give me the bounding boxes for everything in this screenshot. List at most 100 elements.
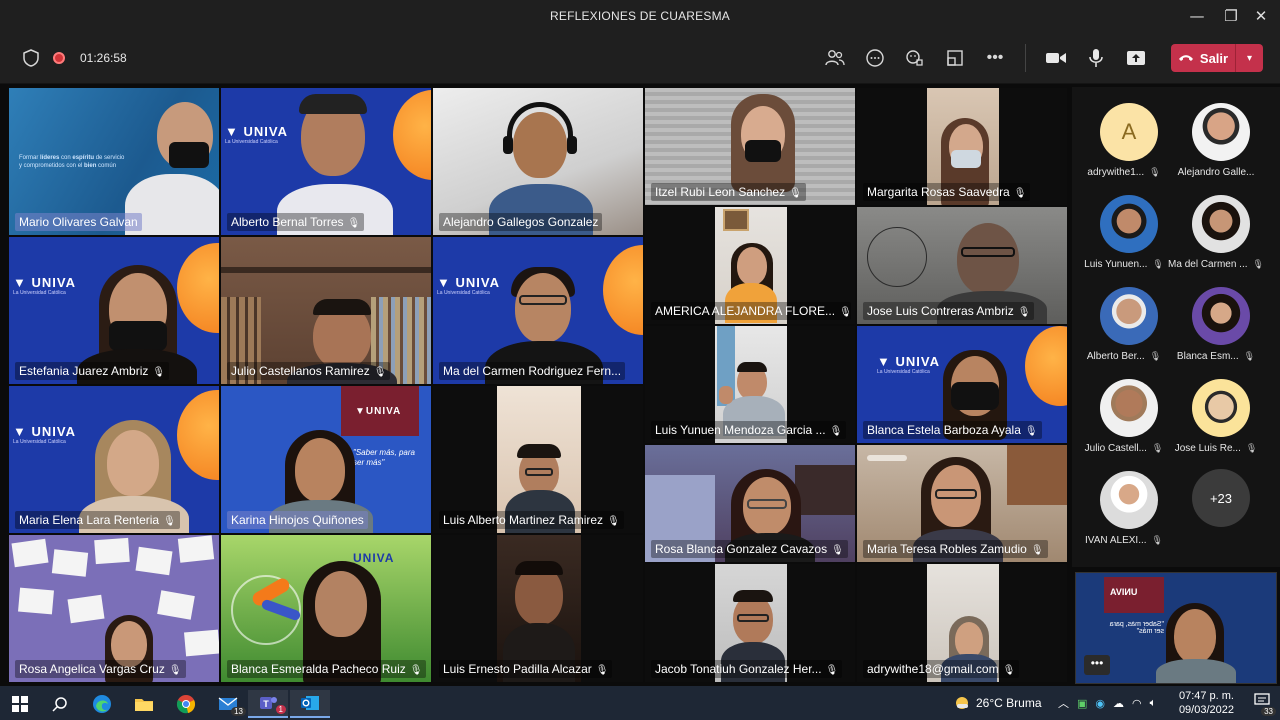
participant-name: adrywithe18@gmail.com bbox=[867, 662, 999, 676]
volume-icon[interactable]: 🔈︎ bbox=[1150, 697, 1157, 710]
recording-indicator-icon bbox=[53, 52, 65, 64]
microphone-muted-icon: 🎙︎ bbox=[168, 665, 182, 676]
video-tile[interactable]: Alejandro Gallegos Gonzalez bbox=[432, 87, 644, 236]
participant-avatar-item[interactable]: Luis Yunuen... 🎙︎ bbox=[1072, 179, 1176, 271]
participant-avatar-item[interactable]: IVAN ALEXI... 🎙︎ bbox=[1072, 455, 1176, 547]
avatar bbox=[1100, 471, 1158, 529]
participant-name: Alejandro Gallegos Gonzalez bbox=[443, 215, 599, 229]
chat-icon[interactable] bbox=[863, 46, 887, 70]
outlook-icon[interactable] bbox=[290, 690, 330, 718]
participant-name: Maria Teresa Robles Zamudio bbox=[867, 542, 1027, 556]
microphone-muted-icon: 🎙︎ bbox=[347, 218, 361, 229]
video-tile[interactable]: Luis Yunuen Mendoza Garcia ... 🎙︎ bbox=[644, 325, 856, 444]
video-tile[interactable]: Rosa Angelica Vargas Cruz 🎙︎ bbox=[8, 534, 220, 683]
participant-name: Ma del Carmen Rodriguez Fern... bbox=[443, 364, 622, 378]
cloud-icon[interactable]: ☁ bbox=[1113, 697, 1124, 710]
participant-name: Itzel Rubi Leon Sanchez bbox=[655, 185, 786, 199]
more-options-icon[interactable]: ••• bbox=[983, 46, 1007, 70]
video-tile[interactable]: adrywithe18@gmail.com 🎙︎ bbox=[856, 563, 1068, 683]
microphone-muted-icon: 🎙︎ bbox=[831, 545, 844, 556]
shield-icon[interactable] bbox=[19, 46, 43, 70]
minimize-button[interactable]: — bbox=[1178, 0, 1216, 32]
univa-logo: ▼ UNIVA La Universidad Católica bbox=[13, 424, 76, 445]
avatar bbox=[1100, 287, 1158, 345]
univa-logo-mirrored: UNIVA bbox=[1110, 587, 1138, 597]
participant-avatar-item[interactable]: Jose Luis Re... 🎙︎ bbox=[1164, 363, 1268, 455]
teams-badge: 1 bbox=[275, 705, 286, 714]
participant-name: Blanca Estela Barboza Ayala bbox=[867, 423, 1021, 437]
univa-logo: ▼ UNIVA La Universidad Católica bbox=[225, 124, 288, 145]
video-tile[interactable]: Luis Alberto Martinez Ramirez 🎙︎ bbox=[432, 385, 644, 534]
self-view[interactable]: UNIVA "Saber más, para ser más" ••• bbox=[1075, 572, 1277, 684]
mail-badge: 13 bbox=[231, 707, 246, 716]
windows-start-icon[interactable] bbox=[0, 690, 40, 718]
more-options-icon[interactable]: ••• bbox=[1084, 655, 1110, 675]
close-window-button[interactable]: ✕ bbox=[1242, 0, 1280, 32]
microphone-muted-icon: 🎙︎ bbox=[1024, 426, 1038, 437]
participant-name: Alberto Bernal Torres bbox=[231, 215, 344, 229]
chevron-down-icon[interactable]: ▾ bbox=[1236, 53, 1263, 64]
participant-name: Rosa Blanca Gonzalez Cavazos bbox=[655, 542, 828, 556]
video-tile[interactable]: ▼ UNIVA La Universidad Católica Alberto B… bbox=[220, 87, 432, 236]
share-screen-icon[interactable] bbox=[1124, 46, 1148, 70]
video-tile[interactable]: ▼UNIVA "Saber más, para ser más" Karina … bbox=[220, 385, 432, 534]
video-tile[interactable]: Rosa Blanca Gonzalez Cavazos 🎙︎ bbox=[644, 444, 856, 563]
microphone-muted-icon: 🎙︎ bbox=[1245, 443, 1258, 453]
participant-name: Rosa Angelica Vargas Cruz bbox=[19, 662, 165, 676]
video-tile[interactable]: Formar líderes con espíritu de servicio y… bbox=[8, 87, 220, 236]
participants-icon[interactable] bbox=[823, 46, 847, 70]
system-clock[interactable]: 07:47 p. m. 09/03/2022 bbox=[1179, 689, 1234, 717]
video-tile[interactable]: AMERICA ALEJANDRA FLORE... 🎙︎ bbox=[644, 206, 856, 325]
leave-main-button[interactable]: Salir bbox=[1171, 44, 1235, 72]
notifications-icon[interactable]: 33 bbox=[1254, 693, 1276, 716]
network-app-icon[interactable]: ▣ bbox=[1077, 697, 1087, 710]
weather-widget[interactable]: 26°C Bruma bbox=[954, 686, 1042, 720]
chevron-up-icon[interactable]: ︿ bbox=[1058, 695, 1069, 711]
mail-icon[interactable]: 13 bbox=[208, 690, 248, 718]
video-tile[interactable]: ▼ UNIVA La Universidad Católica Estefania… bbox=[8, 236, 220, 385]
participant-avatar-item[interactable]: Julio Castell... 🎙︎ bbox=[1072, 363, 1176, 455]
file-explorer-icon[interactable] bbox=[124, 690, 164, 718]
participant-avatar-item[interactable]: A adrywithe1... 🎙︎ bbox=[1072, 87, 1176, 179]
video-tile[interactable]: Maria Teresa Robles Zamudio 🎙︎ bbox=[856, 444, 1068, 563]
video-tile[interactable]: ▼ UNIVA La Universidad Católica Ma del Ca… bbox=[432, 236, 644, 385]
video-tile[interactable]: ▼ UNIVA La Universidad Católica Blanca Es… bbox=[856, 325, 1068, 444]
leave-button[interactable]: Salir ▾ bbox=[1171, 44, 1263, 72]
video-tile[interactable]: Margarita Rosas Saavedra 🎙︎ bbox=[856, 87, 1068, 206]
participant-name: Jose Luis Contreras Ambriz bbox=[867, 304, 1014, 318]
video-tile[interactable]: UNIVA Blanca Esmeralda Pacheco Ruiz 🎙︎ bbox=[220, 534, 432, 683]
univa-logo: ▼UNIVA bbox=[355, 406, 402, 417]
participant-name: AMERICA ALEJANDRA FLORE... bbox=[655, 304, 836, 318]
microphone-muted-icon: 🎙︎ bbox=[409, 665, 423, 676]
microphone-icon[interactable] bbox=[1084, 46, 1108, 70]
participant-name: Julio Castellanos Ramirez bbox=[231, 364, 370, 378]
more-participants-button[interactable]: +23 bbox=[1192, 469, 1250, 527]
microphone-muted-icon: 🎙︎ bbox=[839, 307, 852, 318]
video-tile[interactable]: Itzel Rubi Leon Sanchez 🎙︎ bbox=[644, 87, 856, 206]
chrome-icon[interactable] bbox=[166, 690, 206, 718]
system-tray: ︿ ▣ ◉ ☁ ◠ 🔈︎ bbox=[1058, 686, 1156, 720]
video-tile[interactable]: Luis Ernesto Padilla Alcazar 🎙︎ bbox=[432, 534, 644, 683]
video-tile[interactable]: Julio Castellanos Ramirez 🎙︎ bbox=[220, 236, 432, 385]
taskbar: 13 T 1 26°C Bruma ︿ ▣ ◉ ☁ ◠ 🔈︎ 07:47 p. … bbox=[0, 686, 1280, 720]
slogan-text: "Saber más, para ser más" bbox=[353, 448, 415, 467]
univa-logo: ▼ UNIVA La Universidad Católica bbox=[13, 275, 76, 296]
video-tile[interactable]: Jose Luis Contreras Ambriz 🎙︎ bbox=[856, 206, 1068, 325]
video-tile[interactable]: Jacob Tonatiuh Gonzalez Her... 🎙︎ bbox=[644, 563, 856, 683]
participant-avatar-item[interactable]: Alejandro Galle... bbox=[1164, 87, 1268, 179]
video-tile[interactable]: ▼ UNIVA La Universidad Católica Maria Ele… bbox=[8, 385, 220, 534]
microphone-muted-icon: 🎙︎ bbox=[163, 516, 176, 527]
search-icon[interactable] bbox=[40, 690, 80, 718]
teams-icon[interactable]: T 1 bbox=[248, 690, 288, 718]
wifi-icon[interactable]: ◠ bbox=[1132, 697, 1142, 710]
participant-avatar-item[interactable]: Ma del Carmen ... 🎙︎ bbox=[1164, 179, 1268, 271]
toolbar-divider bbox=[1025, 44, 1026, 72]
participant-avatar-item[interactable]: Blanca Esm... 🎙︎ bbox=[1164, 271, 1268, 363]
avatar: A bbox=[1100, 103, 1158, 161]
rooms-icon[interactable] bbox=[943, 46, 967, 70]
reactions-icon[interactable] bbox=[903, 46, 927, 70]
participant-avatar-item[interactable]: Alberto Ber... 🎙︎ bbox=[1072, 271, 1176, 363]
edge-browser-icon[interactable] bbox=[82, 690, 122, 718]
shield-tray-icon[interactable]: ◉ bbox=[1095, 697, 1105, 710]
camera-icon[interactable] bbox=[1044, 46, 1068, 70]
